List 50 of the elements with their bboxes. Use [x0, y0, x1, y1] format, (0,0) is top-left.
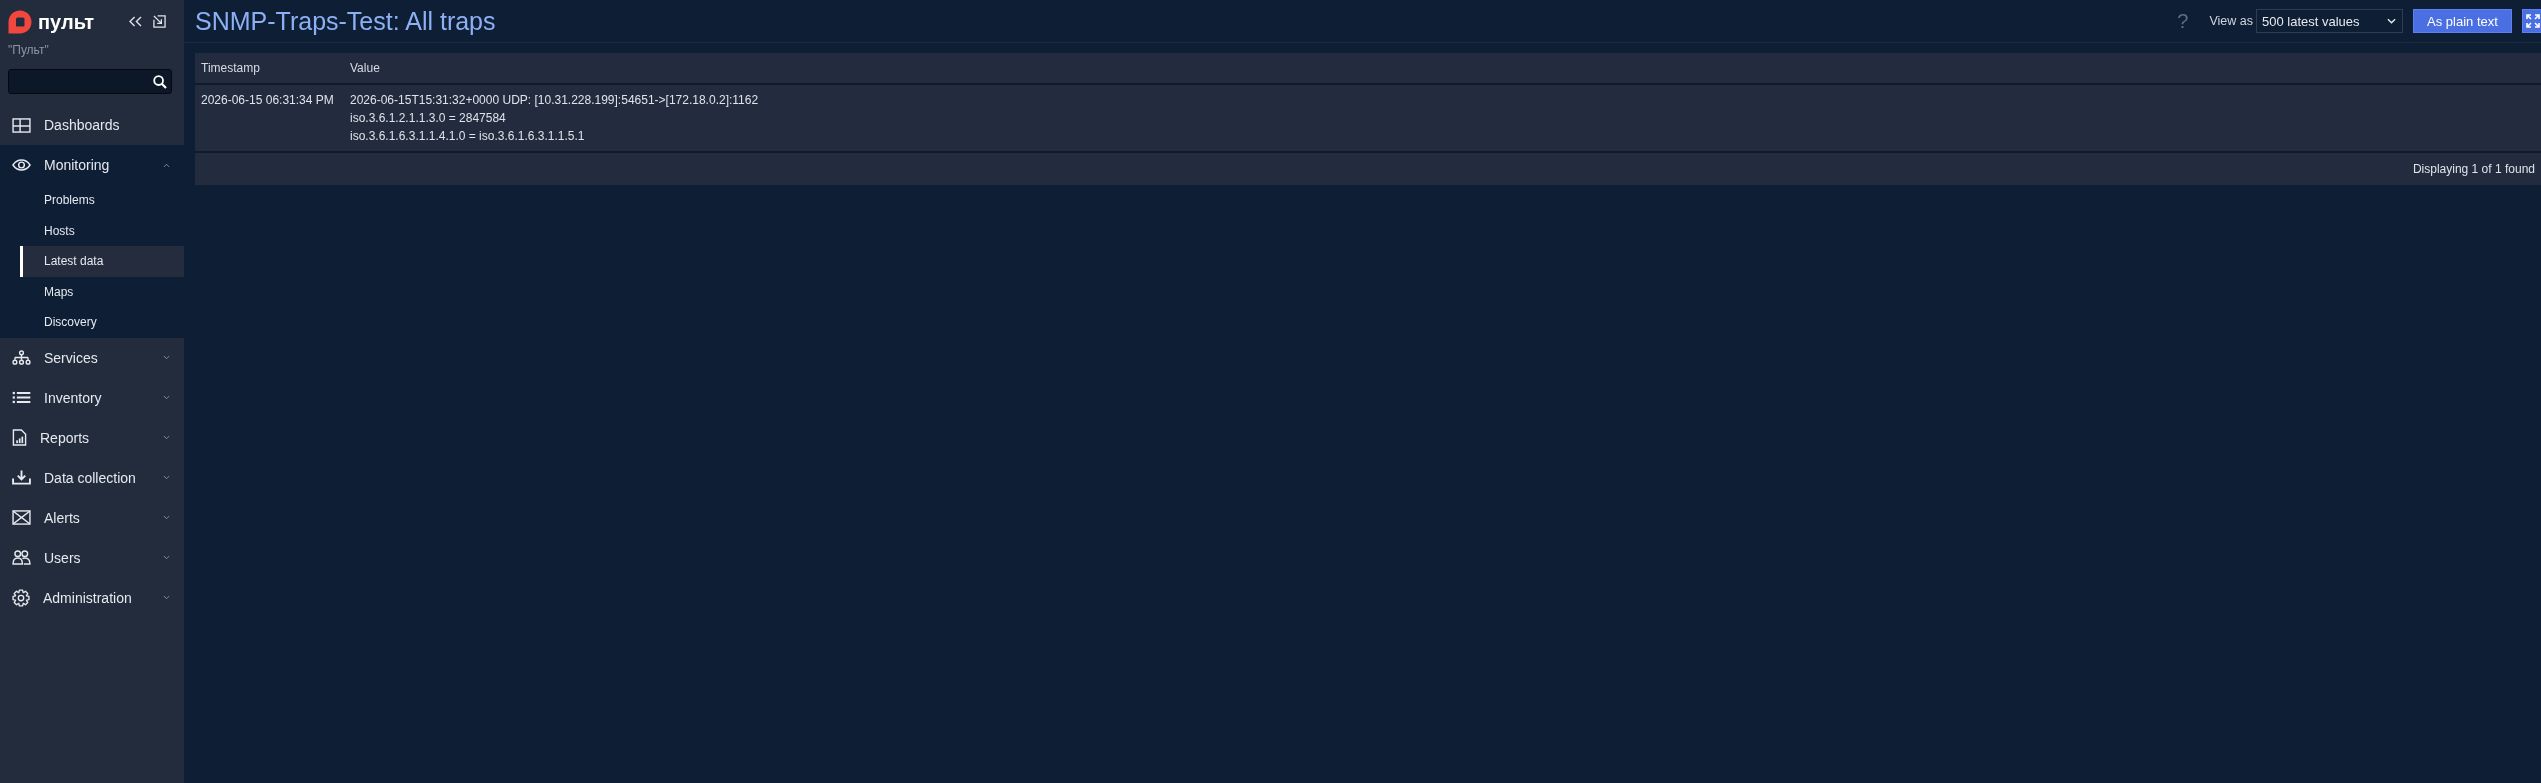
logo-icon[interactable]: [8, 9, 32, 34]
menu-item[interactable]: Administration: [0, 577, 184, 618]
pagination-status: Displaying 1 of 1 found: [2412, 162, 2535, 176]
chevron-down-icon: [163, 515, 170, 520]
fullscreen-icon: [2526, 14, 2540, 28]
chevron-down-icon: [163, 595, 170, 600]
chevron-down-icon: [163, 555, 170, 560]
download-icon: [12, 470, 31, 485]
menu-item[interactable]: Services: [0, 337, 184, 378]
search-field[interactable]: [8, 69, 172, 94]
chevron-up-icon: [163, 162, 170, 168]
chevron-down-icon: [2387, 18, 2396, 24]
envelope-icon: [12, 510, 31, 525]
table-cell-text: 2026-06-15 06:31:34 PM: [201, 92, 334, 109]
submenu-item[interactable]: Problems: [20, 185, 184, 216]
search-icon[interactable]: [153, 74, 167, 89]
chevron-down-icon: [163, 435, 170, 440]
menu-item[interactable]: Users: [0, 537, 184, 578]
submenu-item[interactable]: Discovery: [20, 307, 184, 338]
menu-item[interactable]: Reports: [0, 417, 184, 458]
view-as-label: View as: [2209, 14, 2253, 28]
chevrons-left-icon[interactable]: [129, 16, 142, 27]
report-chart-icon: [12, 429, 27, 446]
grid-icon: [12, 117, 31, 133]
menu-item[interactable]: Inventory: [0, 377, 184, 418]
submenu-item[interactable]: Latest data: [20, 246, 184, 277]
logo-text: пульт: [38, 9, 94, 34]
chevron-down-icon: [163, 355, 170, 360]
view-select[interactable]: 500 latest values: [2256, 9, 2403, 33]
menu-item[interactable]: Dashboards: [0, 105, 184, 145]
table-cell-text: 2026-06-15T15:31:32+0000 UDP: [10.31.228.199]:54651->[172.18.0.2]:1162 iso.3.6.1.2.1.1.3.0 = 2847584 iso.3.6.1.6.3.1.1.4.1.0 = iso.3.6.1.6.3.1.1.5.1: [350, 92, 759, 145]
menu-item[interactable]: Alerts: [0, 497, 184, 538]
plain-text-button[interactable]: As plain text: [2413, 9, 2512, 33]
fullscreen-button[interactable]: [2522, 9, 2541, 33]
submenu-item[interactable]: Hosts: [20, 215, 184, 246]
chevron-down-icon: [163, 475, 170, 480]
chevron-down-icon: [163, 395, 170, 400]
arrow-square-icon[interactable]: [153, 15, 166, 28]
column-header: Timestamp: [201, 61, 260, 75]
column-header: Value: [350, 61, 380, 75]
submenu-item[interactable]: Maps: [20, 276, 184, 307]
server-name: "Пульт": [8, 43, 49, 57]
users-icon: [12, 550, 31, 565]
eye-icon: [12, 159, 31, 171]
list-icon: [12, 391, 31, 404]
menu-item[interactable]: Monitoring: [0, 145, 184, 185]
menu-item[interactable]: Data collection: [0, 457, 184, 498]
gear-icon: [12, 588, 30, 607]
page-title: SNMP-Traps-Test: All traps: [195, 6, 496, 36]
hierarchy-icon: [12, 350, 31, 365]
